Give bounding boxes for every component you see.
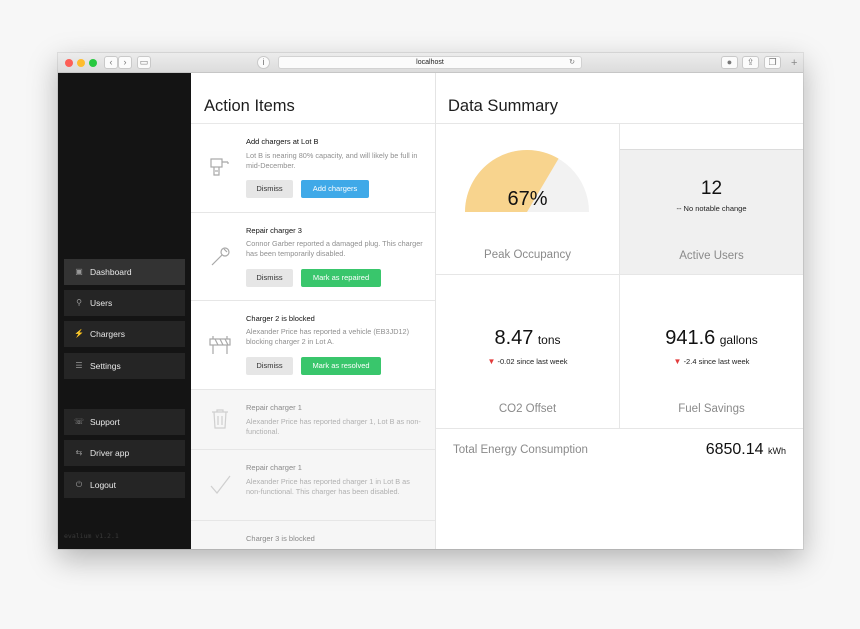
card-description: Alexander Price has reported charger 1 i… [246,477,410,496]
fuel-savings-value: 941.6 [665,327,716,349]
sidebar-item-chargers[interactable]: ⚡ Chargers [64,321,185,347]
co2-offset-change: ▼ -0.02 since last week [487,357,568,366]
sliders-icon: ☰ [75,361,83,370]
co2-offset-figure: 8.47 tons [436,327,619,350]
minimize-window-button[interactable] [77,59,85,67]
down-arrow-icon: ▼ [673,357,682,366]
browser-window: ‹ › ▭ i localhost ↻ ● ⇪ ❐ + ▣ Dashboard … [58,53,803,549]
check-icon [209,473,231,497]
total-energy-label: Total Energy Consumption [453,444,588,456]
action-card: Repair charger 1 Alexander Price has rep… [191,450,435,521]
active-users-card: 12 -- No notable change Active Users [620,149,803,274]
sidebar-item-label: Settings [90,361,121,371]
total-energy-value: 6850.14 [705,441,764,458]
card-title: Charger 2 is blocked [246,314,315,323]
fuel-savings-change: ▼ -2.4 since last week [673,357,750,366]
action-card: Add chargers at Lot B Lot B is nearing 8… [191,124,435,213]
close-window-button[interactable] [65,59,73,67]
sidebar-item-driver-app[interactable]: ⇆ Driver app [64,440,185,466]
fuel-savings-figure: 941.6 gallons [620,327,803,350]
version-label: evalium v1.2.1 [64,532,119,540]
peak-occupancy-label: Peak Occupancy [484,249,571,261]
sidebar-item-label: Logout [90,480,116,490]
card-title: Repair charger 1 [246,463,302,472]
reload-icon[interactable]: ↻ [569,57,575,69]
card-description: Alexander Price has reported a vehicle (… [246,327,410,346]
card-title: Add chargers at Lot B [246,137,319,146]
sidebar-item-settings[interactable]: ☰ Settings [64,353,185,379]
co2-offset-label: CO2 Offset [498,403,557,415]
active-users-value: 12 [700,178,723,199]
peak-occupancy-card: 67% Peak Occupancy [436,124,619,274]
active-users-change: -- No notable change [676,204,747,213]
new-tab-icon[interactable]: + [791,58,797,69]
co2-offset-card: 8.47 tons ▼ -0.02 since last week CO2 Of… [436,275,619,428]
card-title: Repair charger 1 [246,403,302,412]
address-bar[interactable]: localhost ↻ [278,56,582,69]
trash-icon [209,407,231,431]
card-description: Alexander Price has reported charger 1, … [246,417,421,436]
sidebar-item-label: Support [90,417,120,427]
active-users-label: Active Users [679,250,744,262]
peak-occupancy-value: 67% [507,188,548,210]
dismiss-button[interactable]: Dismiss [246,357,293,375]
sidebar-item-users[interactable]: ⚲ Users [64,290,185,316]
dismiss-button[interactable]: Dismiss [246,180,293,198]
dashboard-icon: ▣ [75,267,83,276]
back-button[interactable]: ‹ [104,56,118,69]
action-card: Repair charger 1 Alexander Price has rep… [191,390,435,450]
fuel-savings-label: Fuel Savings [678,403,745,415]
support-icon: ☏ [74,417,85,426]
mark-as-repaired-button[interactable]: Mark as repaired [301,269,381,287]
sidebar-item-label: Driver app [90,448,130,458]
total-energy-unit: kWh [768,446,786,456]
action-card: Repair charger 3 Connor Garber reported … [191,213,435,301]
fuel-savings-card: 941.6 gallons ▼ -2.4 since last week Fue… [620,275,803,428]
url-text: localhost [416,59,444,66]
tabs-icon[interactable]: ❐ [764,56,781,69]
mark-as-resolved-button[interactable]: Mark as resolved [301,357,381,375]
add-chargers-button[interactable]: Add chargers [301,180,369,198]
action-card: Charger 3 is blocked [191,521,435,549]
car-icon: ⇆ [75,448,83,457]
sidebar-item-dashboard[interactable]: ▣ Dashboard [64,259,185,285]
browser-titlebar: ‹ › ▭ i localhost ↻ ● ⇪ ❐ + [58,53,803,73]
sidebar-item-logout[interactable]: ⏻ Logout [64,472,185,498]
total-energy-row: Total Energy Consumption 6850.14 kWh [436,429,803,469]
barrier-icon [209,333,231,357]
data-summary-panel: Data Summary 67% Peak Occupancy 12 -- No… [436,73,803,549]
info-icon[interactable]: i [257,56,270,69]
user-icon: ⚲ [76,298,82,307]
share-icon[interactable]: ⇪ [742,56,759,69]
card-description: Connor Garber reported a damaged plug. T… [246,239,423,258]
sidebar-toggle-button[interactable]: ▭ [137,56,151,69]
card-title: Repair charger 3 [246,226,302,235]
forward-button[interactable]: › [118,56,132,69]
action-items-panel: Action Items Add chargers at Lot B Lot B… [191,73,436,549]
co2-offset-unit: tons [537,333,561,347]
card-description: Lot B is nearing 80% capacity, and will … [246,151,418,170]
data-summary-title: Data Summary [448,97,559,115]
co2-offset-value: 8.47 [494,327,534,349]
sidebar-item-label: Users [90,298,113,308]
download-icon[interactable]: ● [721,56,738,69]
fuel-savings-unit: gallons [719,333,758,347]
down-arrow-icon: ▼ [487,357,496,366]
sidebar-item-support[interactable]: ☏ Support [64,409,185,435]
action-card: Charger 2 is blocked Alexander Price has… [191,301,435,390]
sidebar: ▣ Dashboard ⚲ Users ⚡ Chargers ☰ Setting… [58,73,191,549]
plug-icon: ⚡ [74,329,84,338]
drill-icon [209,155,231,179]
total-energy-figure: 6850.14 kWh [706,441,786,459]
sidebar-item-label: Chargers [90,329,125,339]
action-items-title: Action Items [204,97,295,115]
wrench-icon [209,244,231,268]
sidebar-item-label: Dashboard [90,267,132,277]
zoom-window-button[interactable] [89,59,97,67]
power-icon: ⏻ [75,480,83,489]
dismiss-button[interactable]: Dismiss [246,269,293,287]
card-title: Charger 3 is blocked [246,534,315,543]
